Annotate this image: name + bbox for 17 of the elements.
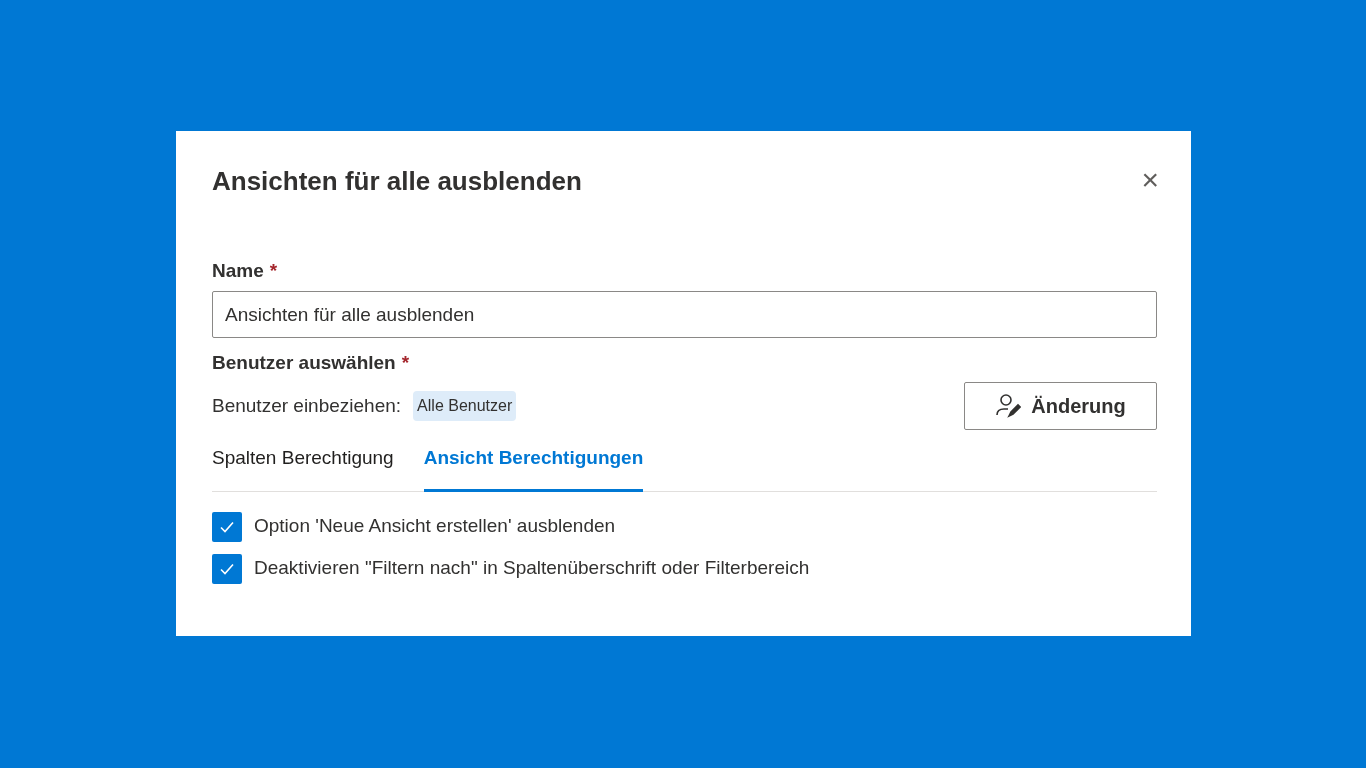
dialog-title: Ansichten für alle ausblenden	[212, 165, 582, 198]
field-label: Benutzer auswählen	[212, 351, 396, 375]
include-label: Benutzer einbeziehen:	[212, 393, 402, 418]
required-mark: *	[269, 259, 278, 283]
checkbox[interactable]	[212, 553, 242, 584]
field-label: Name	[212, 259, 264, 283]
option-label: Option 'Neue Ansicht erstellen' ausblenden	[254, 514, 616, 539]
option-label: Deaktivieren "Filtern nach" in Spaltenüberschrift oder Filterbereich	[254, 556, 810, 581]
name-input-field[interactable]: Ansichten für alle ausblenden	[212, 291, 1157, 338]
checkbox[interactable]	[212, 511, 242, 542]
user-tag: Alle Benutzer	[413, 391, 517, 421]
close-button[interactable]: ×	[1141, 165, 1159, 195]
required-mark: *	[401, 351, 410, 375]
change-button[interactable]: Änderung	[964, 382, 1157, 430]
tab[interactable]: Spalten Berechtigung	[212, 442, 394, 492]
tab[interactable]: Ansicht Berechtigungen	[423, 442, 644, 492]
person-edit-icon	[995, 393, 1022, 419]
